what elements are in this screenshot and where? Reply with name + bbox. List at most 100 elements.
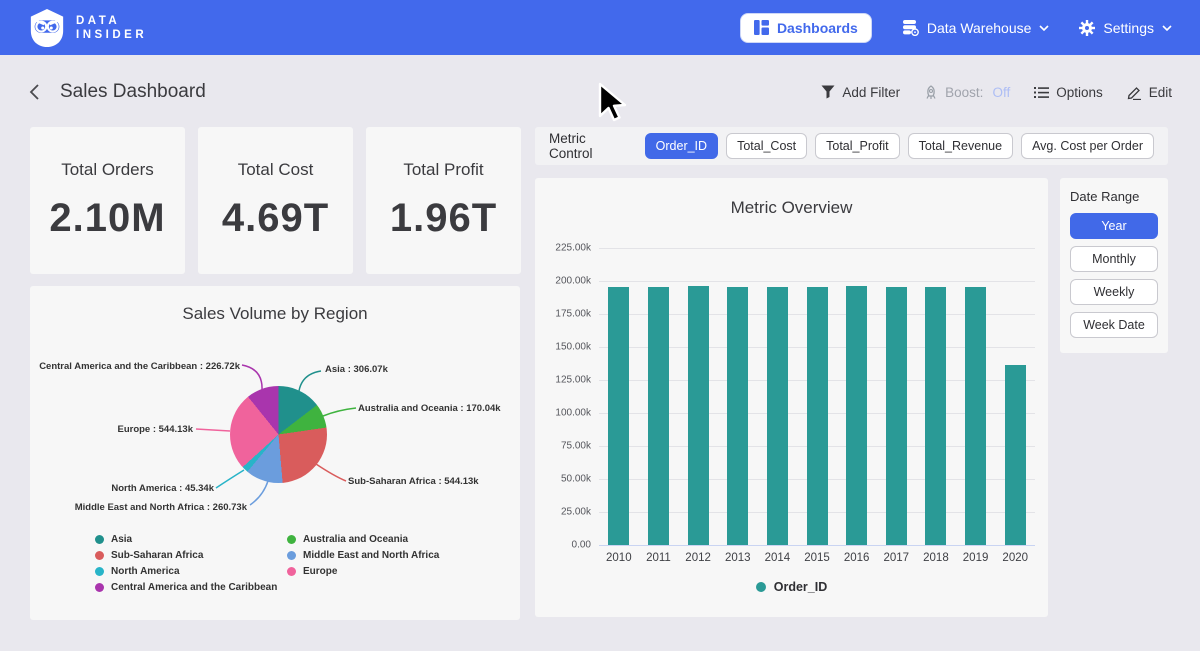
date-range-button-year[interactable]: Year xyxy=(1070,213,1158,239)
y-tick-label: 175.00k xyxy=(555,308,591,319)
rocket-icon xyxy=(924,85,938,100)
header-actions: Add Filter Boost:Off Optio xyxy=(821,85,1172,100)
boost-toggle[interactable]: Boost: Off xyxy=(924,85,1010,100)
boost-label: Boost: xyxy=(945,85,983,100)
funnel-icon xyxy=(821,85,835,99)
data-warehouse-menu[interactable]: Data Warehouse xyxy=(902,19,1050,36)
metric-button-total-cost[interactable]: Total_Cost xyxy=(726,133,807,159)
add-filter-button[interactable]: Add Filter xyxy=(821,85,900,100)
edit-button[interactable]: Edit xyxy=(1127,85,1172,100)
metric-overview-chart-card: Metric Overview 225.00k200.00k175.00k150… xyxy=(535,178,1048,617)
x-tick-label: 2016 xyxy=(837,552,877,564)
bar-slot xyxy=(837,248,877,545)
date-range-button-monthly[interactable]: Monthly xyxy=(1070,246,1158,272)
bar-2013[interactable] xyxy=(727,287,748,545)
sales-volume-chart-card: Sales Volume by Region Central America a… xyxy=(30,286,520,620)
metric-button-total-profit[interactable]: Total_Profit xyxy=(815,133,900,159)
pie-legend-item-north-america[interactable]: North America xyxy=(95,566,277,576)
bar-slot xyxy=(599,248,639,545)
dashboards-label: Dashboards xyxy=(777,20,858,36)
kpi-value: 2.10M xyxy=(49,196,165,241)
bar-chart-legend: Order_ID xyxy=(535,580,1048,594)
metric-button-order-id[interactable]: Order_ID xyxy=(645,133,718,159)
metric-button-avg-cost-per-order[interactable]: Avg. Cost per Order xyxy=(1021,133,1154,159)
metric-button-total-revenue[interactable]: Total_Revenue xyxy=(908,133,1013,159)
chevron-down-icon xyxy=(1162,25,1172,31)
legend-label: Order_ID xyxy=(774,580,828,594)
top-navbar: DATA INSIDER Dashboards xyxy=(0,0,1200,55)
pie-label-central-america: Central America and the Caribbean : 226.… xyxy=(39,361,240,372)
bar-2020[interactable] xyxy=(1005,365,1026,545)
kpi-card-total-profit: Total Profit 1.96T xyxy=(366,127,521,274)
bar-chart-y-axis: 225.00k200.00k175.00k150.00k125.00k100.0… xyxy=(535,248,591,545)
legend-dot xyxy=(287,551,296,560)
pie-legend-column-1: Asia Sub-Saharan Africa North America Centr… xyxy=(95,534,277,592)
mouse-cursor xyxy=(598,82,628,124)
boost-value: Off xyxy=(992,85,1010,100)
bar-slot xyxy=(995,248,1035,545)
x-tick-label: 2015 xyxy=(797,552,837,564)
date-range-panel: Date Range YearMonthlyWeeklyWeek Date xyxy=(1060,178,1168,353)
legend-label: North America xyxy=(111,566,180,577)
gear-icon xyxy=(1079,20,1095,36)
legend-label: Central America and the Caribbean xyxy=(111,582,277,593)
x-tick-label: 2018 xyxy=(916,552,956,564)
list-icon xyxy=(1034,86,1049,99)
pie-chart[interactable] xyxy=(230,386,327,483)
y-tick-label: 50.00k xyxy=(561,474,591,485)
kpi-label: Total Profit xyxy=(403,160,483,180)
pie-legend-item-europe[interactable]: Europe xyxy=(287,566,439,576)
bar-slot xyxy=(956,248,996,545)
bar-2016[interactable] xyxy=(846,286,867,545)
metric-control-label: Metric Control xyxy=(549,131,631,161)
bar-2018[interactable] xyxy=(925,287,946,545)
pie-legend-item-asia[interactable]: Asia xyxy=(95,534,277,544)
date-range-button-weekly[interactable]: Weekly xyxy=(1070,279,1158,305)
x-tick-label: 2010 xyxy=(599,552,639,564)
chevron-down-icon xyxy=(1039,25,1049,31)
x-tick-label: 2013 xyxy=(718,552,758,564)
data-warehouse-label: Data Warehouse xyxy=(927,20,1032,36)
bar-2015[interactable] xyxy=(807,287,828,545)
pie-label-sub-saharan-africa: Sub-Saharan Africa : 544.13k xyxy=(348,476,479,487)
pie-chart-title: Sales Volume by Region xyxy=(30,286,520,324)
kpi-value: 4.69T xyxy=(222,196,329,241)
pie-legend-item-sub-saharan-africa[interactable]: Sub-Saharan Africa xyxy=(95,550,277,560)
date-range-button-week-date[interactable]: Week Date xyxy=(1070,312,1158,338)
metric-button-group: Order_ID Total_Cost Total_Profit Total_Reve… xyxy=(645,133,1154,159)
metric-control-bar: Metric Control Order_ID Total_Cost Total_P… xyxy=(535,127,1168,165)
y-tick-label: 200.00k xyxy=(555,275,591,286)
y-tick-label: 225.00k xyxy=(555,243,591,254)
pie-label-middle-east-north-africa: Middle East and North Africa : 260.73k xyxy=(75,502,247,513)
dashboards-button[interactable]: Dashboards xyxy=(740,13,872,43)
bar-chart-title: Metric Overview xyxy=(535,178,1048,218)
options-button[interactable]: Options xyxy=(1034,85,1103,100)
logo-text: DATA INSIDER xyxy=(76,15,147,41)
legend-dot xyxy=(95,535,104,544)
settings-menu[interactable]: Settings xyxy=(1079,20,1172,36)
logo-text-line1: DATA xyxy=(76,15,147,27)
pie-legend-item-central-america-and-the-caribbean[interactable]: Central America and the Caribbean xyxy=(95,582,277,592)
kpi-label: Total Orders xyxy=(61,160,154,180)
bar-2011[interactable] xyxy=(648,287,669,545)
settings-label: Settings xyxy=(1103,20,1154,36)
pie-label-north-america: North America : 45.34k xyxy=(111,483,214,494)
app-logo[interactable]: DATA INSIDER xyxy=(28,8,147,48)
legend-dot xyxy=(95,567,104,576)
bar-chart-bars xyxy=(599,248,1035,545)
pie-legend-item-australia-and-oceania[interactable]: Australia and Oceania xyxy=(287,534,439,544)
bar-2017[interactable] xyxy=(886,287,907,545)
pencil-icon xyxy=(1127,85,1142,100)
y-tick-label: 100.00k xyxy=(555,408,591,419)
y-tick-label: 25.00k xyxy=(561,506,591,517)
pie-label-asia: Asia : 306.07k xyxy=(325,364,388,375)
bar-2010[interactable] xyxy=(608,287,629,545)
back-button[interactable] xyxy=(28,83,40,101)
bar-2019[interactable] xyxy=(965,287,986,545)
pie-legend-item-middle-east-and-north-africa[interactable]: Middle East and North Africa xyxy=(287,550,439,560)
page-title: Sales Dashboard xyxy=(60,81,206,103)
bar-2012[interactable] xyxy=(688,286,709,545)
legend-label: Australia and Oceania xyxy=(303,534,408,545)
bar-2014[interactable] xyxy=(767,287,788,545)
navbar-menu: Dashboards Data Warehouse xyxy=(740,13,1172,43)
